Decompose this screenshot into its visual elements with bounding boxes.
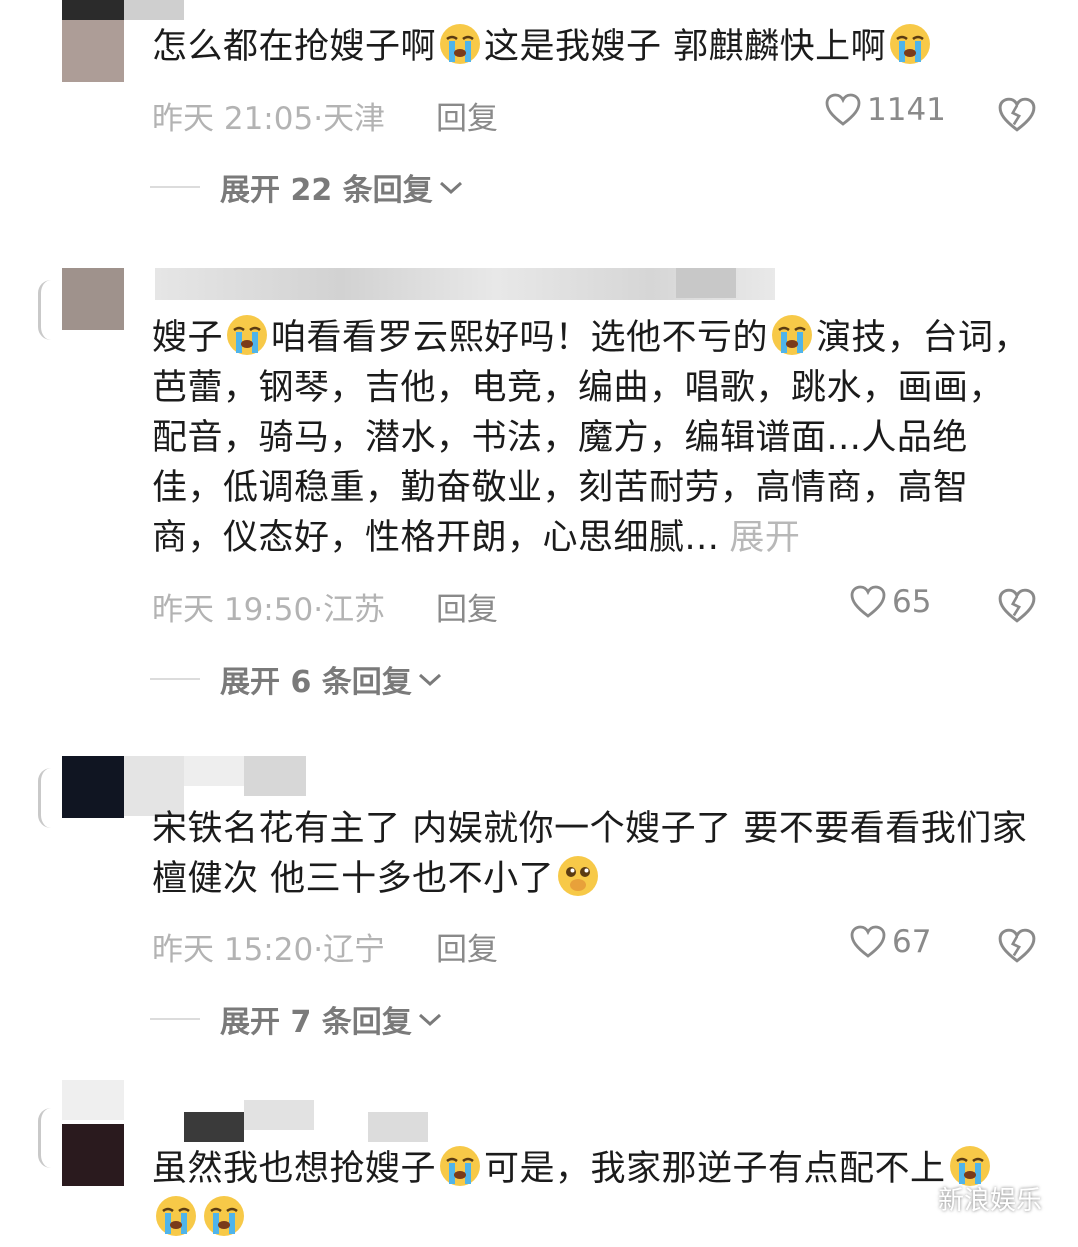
username-mosaic — [62, 0, 124, 20]
avatar[interactable] — [62, 756, 124, 818]
comment-text-span: 怎么都在抢嫂子啊 — [152, 27, 437, 67]
expand-text-link[interactable]: 展开 — [729, 518, 800, 558]
chevron-down-icon — [418, 1013, 441, 1027]
username-mosaic — [368, 1112, 428, 1142]
broken-heart-icon[interactable] — [998, 96, 1036, 134]
divider — [150, 1018, 200, 1020]
crying-emoji — [154, 1194, 198, 1238]
comment-time: 昨天 21:05 — [152, 101, 314, 137]
comment-text: 怎么都在抢嫂子啊 这是我嫂子 郭麒麟快上啊 — [152, 22, 1032, 72]
reply-button[interactable]: 回复 — [436, 93, 498, 138]
wechat-logo — [897, 1184, 931, 1211]
username-mosaic — [244, 1100, 314, 1130]
avatar-edge — [38, 1108, 51, 1168]
crying-emoji — [438, 22, 482, 66]
like-count: 1141 — [867, 92, 946, 128]
username-mosaic — [244, 756, 306, 796]
heart-icon — [850, 925, 886, 958]
comment-meta: 昨天 15:20·辽宁 — [152, 932, 386, 968]
expand-replies-label: 展开 6 条回复 — [220, 665, 412, 700]
comment-time: 昨天 15:20 — [152, 932, 314, 968]
crying-emoji — [770, 313, 814, 357]
like-button[interactable]: 1141 — [825, 92, 946, 128]
comment-text: 宋铁名花有主了 内娱就你一个嫂子了 要不要看看我们家檀健次 他三十多也不小了 — [152, 809, 1028, 899]
username-mosaic — [184, 756, 244, 786]
comment-meta: 昨天 19:50·江苏 — [152, 592, 386, 628]
watermark-text: 新浪娱乐 — [937, 1186, 1042, 1216]
avatar-edge — [38, 280, 51, 340]
crying-emoji — [438, 1144, 482, 1188]
chevron-down-icon — [439, 181, 462, 195]
comment-location: 辽宁 — [323, 932, 386, 968]
like-count: 67 — [892, 924, 932, 960]
comment-text: 嫂子 咱看看罗云熙好吗！选他不亏的 演技，台词，芭蕾，钢琴，吉他，电竞，编曲，唱歌，… — [152, 313, 1032, 563]
crying-emoji — [225, 313, 269, 357]
reply-button[interactable]: 回复 — [436, 584, 498, 629]
expand-replies-label: 展开 7 条回复 — [220, 1005, 412, 1040]
heart-icon — [850, 585, 886, 618]
broken-heart-icon[interactable] — [998, 587, 1036, 625]
divider — [150, 678, 200, 680]
heart-icon — [825, 93, 861, 126]
comment-location: 天津 — [323, 101, 386, 137]
like-button[interactable]: 67 — [850, 924, 931, 960]
username-mosaic — [676, 268, 736, 298]
comment-meta: 昨天 21:05·天津 — [152, 101, 386, 137]
comment-location: 江苏 — [323, 592, 386, 628]
reply-button[interactable]: 回复 — [436, 924, 498, 969]
pleading-emoji — [556, 854, 600, 898]
expand-replies[interactable]: 展开 6 条回复 — [150, 657, 444, 701]
expand-replies[interactable]: 展开 22 条回复 — [150, 165, 465, 209]
divider — [150, 186, 200, 188]
expand-replies-label: 展开 22 条回复 — [220, 173, 433, 208]
watermark: 新浪娱乐 — [897, 1180, 1042, 1217]
chevron-down-icon — [418, 673, 441, 687]
broken-heart-icon[interactable] — [998, 927, 1036, 965]
avatar[interactable] — [62, 1124, 124, 1186]
like-count: 65 — [892, 584, 932, 620]
like-button[interactable]: 65 — [850, 584, 931, 620]
crying-emoji — [202, 1194, 246, 1238]
avatar[interactable] — [62, 20, 124, 82]
avatar[interactable] — [62, 268, 124, 330]
crying-emoji — [888, 22, 932, 66]
expand-replies[interactable]: 展开 7 条回复 — [150, 997, 444, 1041]
avatar-edge — [38, 768, 51, 828]
username-mosaic — [184, 1112, 244, 1142]
comment-time: 昨天 19:50 — [152, 592, 314, 628]
username-mosaic — [124, 0, 184, 20]
username-mosaic — [62, 1080, 124, 1120]
